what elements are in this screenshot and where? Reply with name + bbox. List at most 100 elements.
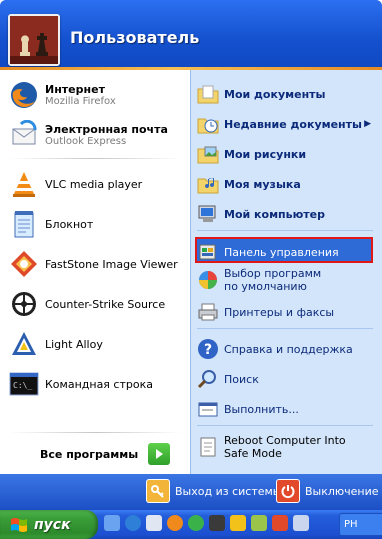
svg-text:C:\_: C:\_ bbox=[13, 381, 32, 390]
quick-launch-icon[interactable] bbox=[230, 515, 246, 531]
recent-item-notepad[interactable]: Блокнот bbox=[8, 206, 186, 242]
right-separator bbox=[197, 230, 373, 231]
quick-launch-icon[interactable] bbox=[293, 515, 309, 531]
shutdown-label: Выключение bbox=[305, 484, 379, 498]
arrow-right-icon bbox=[148, 443, 171, 465]
taskbar-window-label: PH bbox=[344, 519, 358, 530]
recent-item-command-prompt[interactable]: C:\_ Командная строка bbox=[8, 366, 186, 402]
left-separator bbox=[8, 432, 182, 433]
control-panel-icon bbox=[197, 241, 219, 263]
places-item-label: Мой компьютер bbox=[224, 207, 326, 221]
recent-item-faststone[interactable]: FastStone Image Viewer bbox=[8, 246, 186, 282]
vlc-icon bbox=[8, 168, 40, 200]
places-item-label: Панель управления bbox=[224, 245, 339, 259]
quick-launch-icon[interactable] bbox=[272, 515, 288, 531]
notepad-icon bbox=[8, 208, 40, 240]
quick-launch-icon[interactable] bbox=[251, 515, 267, 531]
places-item-label: Справка и поддержка bbox=[224, 342, 353, 356]
pinned-item-subtitle: Outlook Express bbox=[45, 136, 127, 147]
places-item-my-pictures[interactable]: Мои рисунки bbox=[197, 143, 377, 165]
svg-text:?: ? bbox=[204, 342, 212, 358]
pinned-item-title: Электронная почта bbox=[45, 123, 168, 136]
places-item-label: Принтеры и факсы bbox=[224, 305, 335, 319]
quick-launch-icon[interactable] bbox=[104, 515, 120, 531]
reboot-safe-mode-icon bbox=[197, 436, 219, 458]
places-item-label: Мои рисунки bbox=[224, 147, 307, 161]
printers-icon bbox=[197, 301, 219, 323]
all-programs-label: Все программы bbox=[40, 447, 139, 461]
places-item-help[interactable]: ? Справка и поддержка bbox=[197, 338, 377, 360]
places-item-label: Поиск bbox=[224, 372, 259, 386]
left-separator bbox=[8, 158, 182, 159]
chess-pieces-icon bbox=[10, 16, 58, 64]
quick-launch-icon[interactable] bbox=[146, 515, 162, 531]
places-item-label: Моя музыка bbox=[224, 177, 301, 191]
submenu-arrow-icon: ▶ bbox=[364, 119, 371, 129]
right-separator bbox=[197, 328, 373, 329]
places-item-run[interactable]: Выполнить... bbox=[197, 398, 377, 420]
taskbar-window-button[interactable]: PH bbox=[339, 513, 382, 536]
recent-item-light-alloy[interactable]: Light Alloy bbox=[8, 326, 186, 362]
pinned-item-subtitle: Mozilla Firefox bbox=[45, 96, 116, 107]
light-alloy-icon bbox=[8, 328, 40, 360]
recent-documents-icon bbox=[197, 113, 219, 135]
start-button[interactable]: пуск bbox=[0, 510, 98, 539]
start-menu-footer: Выход из системы Выключение bbox=[0, 474, 382, 510]
user-avatar[interactable] bbox=[8, 14, 60, 66]
outlook-express-icon bbox=[8, 119, 40, 151]
places-item-reboot-safe-mode[interactable]: Reboot Computer Into Safe Mode bbox=[197, 434, 377, 460]
places-item-recent-documents[interactable]: Недавние документы ▶ bbox=[197, 113, 377, 135]
help-icon: ? bbox=[197, 338, 219, 360]
shutdown-button[interactable]: Выключение bbox=[276, 479, 379, 503]
command-prompt-icon: C:\_ bbox=[8, 368, 40, 400]
pinned-item-title: Интернет bbox=[45, 83, 105, 96]
places-item-label: Выполнить... bbox=[224, 402, 299, 416]
windows-logo-icon bbox=[11, 517, 27, 532]
pinned-item-email[interactable]: Электронная почта Outlook Express bbox=[8, 117, 186, 153]
run-icon bbox=[197, 398, 219, 420]
key-icon bbox=[146, 479, 170, 503]
counter-strike-icon bbox=[8, 288, 40, 320]
right-column: Мои документы Недавние документы ▶ Мои р… bbox=[190, 70, 382, 474]
firefox-icon[interactable] bbox=[167, 515, 183, 531]
places-item-label: Недавние документы bbox=[224, 117, 362, 131]
logoff-button[interactable]: Выход из системы bbox=[146, 479, 281, 503]
left-column: Интернет Mozilla Firefox Электронная поч… bbox=[0, 70, 190, 474]
quick-launch-icon[interactable] bbox=[188, 515, 204, 531]
user-name: Пользователь bbox=[70, 28, 200, 47]
places-item-search[interactable]: Поиск bbox=[197, 368, 377, 390]
recent-item-label: Light Alloy bbox=[45, 337, 103, 351]
places-item-my-documents[interactable]: Мои документы bbox=[197, 83, 377, 105]
all-programs-button[interactable]: Все программы bbox=[40, 440, 180, 468]
start-menu: Пользователь Интернет Mozilla Firefox Эл… bbox=[0, 0, 382, 510]
places-item-label: Reboot Computer Into Safe Mode bbox=[224, 434, 346, 460]
places-item-control-panel[interactable]: Панель управления bbox=[197, 241, 377, 263]
recent-item-label: Counter-Strike Source bbox=[45, 297, 166, 311]
recent-item-label: FastStone Image Viewer bbox=[45, 257, 178, 271]
quick-launch bbox=[104, 515, 314, 531]
places-item-my-computer[interactable]: Мой компьютер bbox=[197, 203, 377, 225]
start-menu-header: Пользователь bbox=[0, 0, 382, 70]
faststone-icon bbox=[8, 248, 40, 280]
recent-item-vlc[interactable]: VLC media player bbox=[8, 166, 186, 202]
my-pictures-icon bbox=[197, 143, 219, 165]
right-separator bbox=[197, 425, 373, 426]
places-item-printers[interactable]: Принтеры и факсы bbox=[197, 301, 377, 323]
places-item-my-music[interactable]: Моя музыка bbox=[197, 173, 377, 195]
internet-explorer-icon[interactable] bbox=[125, 515, 141, 531]
search-icon bbox=[197, 368, 219, 390]
places-item-label: Выбор программ по умолчанию bbox=[224, 267, 322, 293]
taskbar: пуск PH bbox=[0, 510, 382, 539]
my-documents-icon bbox=[197, 83, 219, 105]
my-computer-icon bbox=[197, 203, 219, 225]
default-programs-icon bbox=[197, 269, 219, 291]
start-label: пуск bbox=[34, 516, 71, 533]
recent-item-counter-strike[interactable]: Counter-Strike Source bbox=[8, 286, 186, 322]
quick-launch-icon[interactable] bbox=[209, 515, 225, 531]
power-icon bbox=[276, 479, 300, 503]
pinned-item-internet[interactable]: Интернет Mozilla Firefox bbox=[8, 77, 186, 113]
recent-item-label: Командная строка bbox=[45, 377, 153, 391]
logoff-label: Выход из системы bbox=[175, 484, 282, 498]
places-item-default-programs[interactable]: Выбор программ по умолчанию bbox=[197, 267, 377, 293]
recent-item-label: Блокнот bbox=[45, 217, 94, 231]
